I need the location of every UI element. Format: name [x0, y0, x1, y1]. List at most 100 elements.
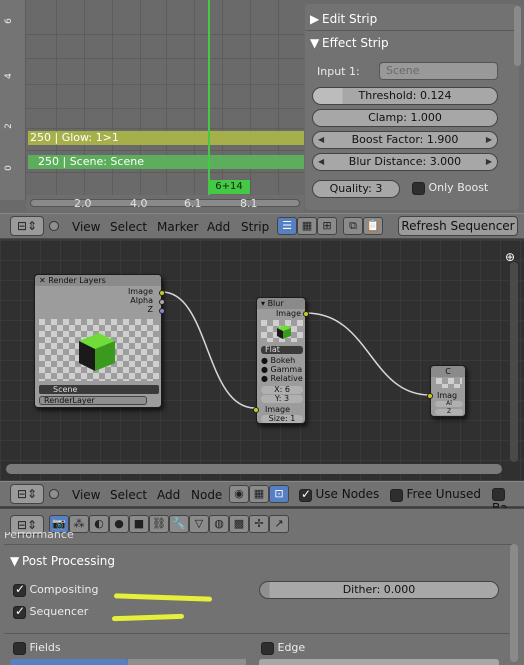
menu-select[interactable]: Select — [110, 488, 147, 502]
node-header[interactable]: ✕ Render Layers — [35, 275, 161, 286]
alpha-field[interactable]: Al — [435, 401, 463, 407]
bokeh-option[interactable]: ● Bokeh — [261, 356, 303, 365]
post-processing-panel-header[interactable]: ▼ Post Processing — [10, 551, 214, 571]
sequencer-preview-icon[interactable]: ⊞ — [317, 217, 337, 235]
particles-tab-icon[interactable]: ✢ — [249, 515, 269, 533]
backdrop-checkbox[interactable] — [492, 487, 505, 501]
free-unused-toggle[interactable]: Free Unused — [390, 487, 481, 502]
node-header[interactable]: C — [431, 366, 465, 377]
data-tab-icon[interactable]: ▽ — [189, 515, 209, 533]
object-tab-icon[interactable]: ■ — [129, 515, 149, 533]
shader-nodes-icon[interactable]: ◉ — [229, 485, 249, 503]
render-layers-node[interactable]: ✕ Render Layers Image Alpha Z Scene Rend… — [34, 274, 165, 408]
menu-select[interactable]: Select — [110, 220, 147, 234]
fields-checkbox[interactable] — [13, 641, 26, 655]
z-output-socket[interactable] — [159, 308, 165, 314]
edge-toggle[interactable]: Edge — [261, 641, 305, 655]
alpha-output-socket[interactable] — [159, 299, 165, 305]
editor-type-selector[interactable]: ⊟⇕ — [10, 216, 44, 236]
clamp-slider[interactable]: Clamp: 1.000 — [312, 109, 498, 127]
collapse-icon[interactable]: ✕ — [39, 276, 46, 285]
refresh-sequencer-button[interactable]: Refresh Sequencer — [398, 216, 518, 236]
material-tab-icon[interactable]: ◍ — [209, 515, 229, 533]
menu-view[interactable]: View — [72, 488, 100, 502]
world-tab-icon[interactable]: ● — [109, 515, 129, 533]
render-tab-icon[interactable]: 📷 — [49, 515, 69, 533]
composite-node[interactable]: C Imag Al Z — [427, 365, 466, 417]
scene-tab-icon[interactable]: ◐ — [89, 515, 109, 533]
size-x-field[interactable]: X: 6 — [261, 386, 303, 394]
increment-arrow-icon[interactable]: ▶ — [486, 154, 492, 170]
blur-distance-field[interactable]: ◀ Blur Distance: 3.000 ▶ — [312, 153, 498, 171]
field-order-button[interactable] — [10, 659, 128, 665]
panel-scrollbar[interactable] — [514, 6, 521, 66]
editor-type-selector[interactable]: ⊟⇕ — [10, 484, 44, 504]
menu-view[interactable]: View — [72, 220, 100, 234]
decrement-arrow-icon[interactable]: ◀ — [318, 154, 324, 170]
only-boost-checkbox[interactable] — [412, 181, 425, 195]
edit-strip-panel-header[interactable]: ▶ Edit Strip — [310, 9, 514, 29]
gamma-option[interactable]: ● Gamma — [261, 365, 303, 374]
collapse-menu-button[interactable] — [49, 221, 59, 231]
decrement-arrow-icon[interactable]: ◀ — [318, 132, 324, 148]
compositing-nodes-icon[interactable]: ▦ — [249, 485, 269, 503]
compositing-checkbox[interactable] — [13, 582, 26, 597]
image-output-socket[interactable] — [303, 311, 309, 317]
dither-slider[interactable]: Dither: 0.000 — [259, 581, 499, 599]
sequencer-view-icon[interactable]: ☰ — [277, 217, 297, 235]
vertical-scrollbar[interactable] — [510, 262, 518, 462]
render-layer-selector[interactable]: RenderLayer — [39, 396, 147, 405]
threshold-slider[interactable]: Threshold: 0.124 — [312, 87, 498, 105]
menu-strip[interactable]: Strip — [241, 220, 269, 234]
use-nodes-toggle[interactable]: Use Nodes — [299, 487, 379, 502]
effect-strip-panel-header[interactable]: ▼ Effect Strip — [310, 33, 514, 53]
sequencer-toggle[interactable]: Sequencer — [13, 604, 88, 619]
blur-node[interactable]: ▾ Blur Image Flat ● Bokeh ● Gamma ● Rela… — [253, 297, 309, 424]
compositing-toggle[interactable]: Compositing — [13, 582, 98, 597]
frame-cursor[interactable] — [208, 0, 210, 195]
glow-strip[interactable]: 250 | Glow: 1>1 — [28, 131, 304, 145]
node-header[interactable]: ▾ Blur — [257, 298, 305, 309]
node-horizontal-scrollbar[interactable] — [6, 464, 502, 474]
render-layers-tab-icon[interactable]: ⁂ — [69, 515, 89, 533]
collapse-menu-button[interactable] — [49, 489, 59, 499]
boost-factor-field[interactable]: ◀ Boost Factor: 1.900 ▶ — [312, 131, 498, 149]
menu-node[interactable]: Node — [191, 488, 222, 502]
node-editor[interactable]: ⊕ ✕ Render Layers Image Alpha Z Scene Re… — [0, 240, 524, 480]
menu-marker[interactable]: Marker — [157, 220, 198, 234]
z-field[interactable]: Z — [435, 409, 463, 415]
relative-option[interactable]: ● Relative — [261, 374, 303, 383]
fields-toggle[interactable]: Fields — [13, 641, 61, 655]
input-field[interactable]: Scene — [379, 62, 498, 80]
sequencer-editor[interactable]: 6 4 2 0 250 | Glow: 1>1 250 | Scene: Sce… — [0, 0, 524, 213]
field-order-button[interactable] — [128, 659, 246, 665]
scene-strip[interactable]: 250 | Scene: Scene — [28, 155, 304, 169]
paste-icon[interactable]: 📋 — [363, 217, 383, 235]
only-boost-toggle[interactable]: Only Boost — [412, 181, 488, 195]
properties-scrollbar[interactable] — [510, 544, 518, 662]
edge-checkbox[interactable] — [261, 641, 274, 655]
image-input-socket[interactable] — [427, 393, 433, 399]
free-unused-checkbox[interactable] — [390, 488, 403, 502]
filter-type-dropdown[interactable]: Flat — [261, 346, 303, 354]
menu-add[interactable]: Add — [157, 488, 180, 502]
texture-nodes-icon[interactable]: ⊡ — [269, 485, 289, 503]
image-input-socket[interactable] — [253, 407, 259, 413]
horizontal-scrollbar[interactable] — [30, 199, 300, 207]
copy-icon[interactable]: ⧉ — [343, 217, 363, 235]
image-output-socket[interactable] — [159, 290, 165, 296]
size-y-field[interactable]: Y: 3 — [261, 395, 303, 403]
quality-field[interactable]: Quality: 3 — [312, 180, 400, 198]
increment-arrow-icon[interactable]: ▶ — [486, 132, 492, 148]
use-nodes-checkbox[interactable] — [299, 487, 312, 502]
physics-tab-icon[interactable]: ↗ — [269, 515, 289, 533]
texture-tab-icon[interactable]: ▩ — [229, 515, 249, 533]
performance-panel-header[interactable]: Performance — [4, 532, 514, 544]
size-input-field[interactable]: Size: 1 — [261, 415, 303, 423]
preview-view-icon[interactable]: ▦ — [297, 217, 317, 235]
constraints-tab-icon[interactable]: ⛓ — [149, 515, 169, 533]
scene-selector[interactable]: Scene — [39, 385, 159, 394]
sequencer-checkbox[interactable] — [13, 604, 26, 619]
menu-add[interactable]: Add — [207, 220, 230, 234]
edge-threshold-field[interactable] — [259, 659, 499, 665]
